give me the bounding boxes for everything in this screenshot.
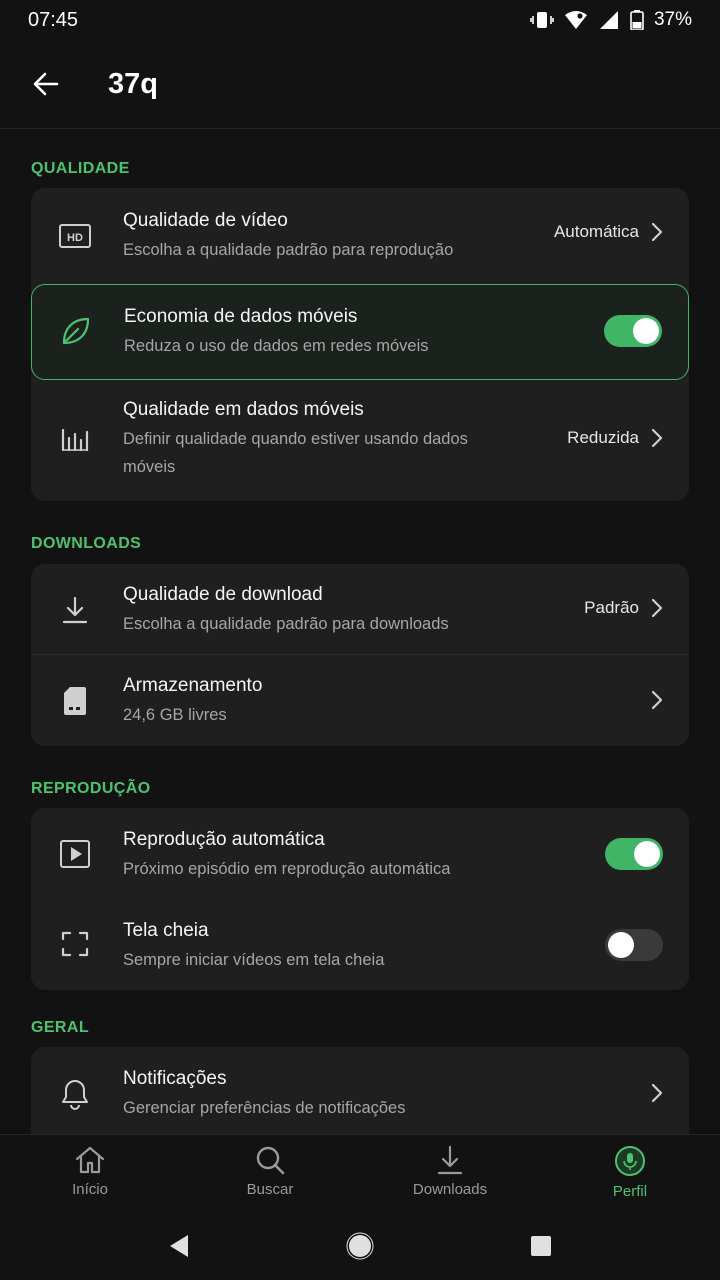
hd-icon: HD bbox=[55, 216, 95, 256]
app-bar: 37q bbox=[0, 40, 720, 129]
setting-download-quality[interactable]: Qualidade de download Escolha a qualidad… bbox=[31, 564, 689, 655]
setting-subtitle: 24,6 GB livres bbox=[123, 706, 227, 724]
setting-subtitle: Sempre iniciar vídeos em tela cheia bbox=[123, 951, 385, 969]
quality-card: HD Qualidade de vídeo Escolha a qualidad… bbox=[31, 188, 689, 501]
sd-card-icon bbox=[55, 681, 95, 721]
chevron-right-icon bbox=[651, 690, 663, 710]
setting-subtitle: Reduza o uso de dados em redes móveis bbox=[124, 337, 429, 355]
status-icons: 37% bbox=[530, 9, 692, 31]
setting-notifications[interactable]: Notificações Gerenciar preferências de n… bbox=[31, 1047, 689, 1134]
setting-subtitle: Definir qualidade quando estiver usando … bbox=[123, 430, 468, 476]
back-triangle-icon[interactable] bbox=[167, 1233, 191, 1259]
status-time: 07:45 bbox=[28, 8, 79, 31]
nav-profile[interactable]: Perfil bbox=[540, 1135, 720, 1212]
nav-downloads[interactable]: Downloads bbox=[360, 1135, 540, 1212]
profile-mic-icon bbox=[615, 1146, 645, 1176]
wifi-icon bbox=[564, 11, 587, 29]
signal-icon bbox=[599, 11, 618, 29]
data-saver-toggle[interactable] bbox=[604, 315, 662, 347]
setting-title: Economia de dados móveis bbox=[124, 306, 358, 327]
arrow-left-icon bbox=[33, 72, 59, 96]
chevron-right-icon bbox=[651, 598, 663, 618]
downloads-card: Qualidade de download Escolha a qualidad… bbox=[31, 564, 689, 746]
setting-title: Notificações bbox=[123, 1068, 227, 1089]
vibrate-icon bbox=[530, 12, 554, 28]
autoplay-toggle[interactable] bbox=[605, 838, 663, 870]
setting-value: Automática bbox=[553, 222, 639, 241]
setting-video-quality[interactable]: HD Qualidade de vídeo Escolha a qualidad… bbox=[31, 188, 689, 284]
setting-fullscreen[interactable]: Tela cheia Sempre iniciar vídeos em tela… bbox=[31, 899, 689, 990]
setting-title: Armazenamento bbox=[123, 675, 263, 696]
home-circle-icon[interactable] bbox=[346, 1232, 374, 1260]
section-label-downloads: DOWNLOADS bbox=[31, 535, 142, 552]
page-title: 37q bbox=[108, 67, 158, 100]
search-icon bbox=[256, 1146, 285, 1175]
setting-title: Qualidade em dados móveis bbox=[123, 399, 364, 420]
setting-subtitle: Escolha a qualidade padrão para download… bbox=[123, 615, 449, 633]
setting-title: Tela cheia bbox=[123, 920, 209, 941]
back-button[interactable] bbox=[0, 40, 92, 129]
playback-card: Reprodução automática Próximo episódio e… bbox=[31, 808, 689, 990]
system-nav-bar bbox=[0, 1212, 720, 1280]
section-label-general: GERAL bbox=[31, 1019, 89, 1036]
settings-content[interactable]: QUALIDADE HD Qualidade de vídeo Escolha … bbox=[0, 130, 720, 1134]
nav-label: Buscar bbox=[246, 1181, 294, 1198]
status-bar: 07:45 37% bbox=[0, 0, 720, 40]
setting-subtitle: Escolha a qualidade padrão para reproduç… bbox=[123, 241, 454, 259]
nav-label: Downloads bbox=[412, 1181, 488, 1198]
setting-value: Padrão bbox=[584, 598, 639, 617]
setting-title: Qualidade de vídeo bbox=[123, 210, 288, 231]
download-icon bbox=[55, 590, 95, 630]
setting-mobile-quality[interactable]: Qualidade em dados móveis Definir qualid… bbox=[31, 380, 689, 501]
nav-search[interactable]: Buscar bbox=[180, 1135, 360, 1212]
fullscreen-toggle[interactable] bbox=[605, 929, 663, 961]
chevron-right-icon bbox=[651, 222, 663, 242]
nav-home[interactable]: Início bbox=[0, 1135, 180, 1212]
battery-level: 37% bbox=[653, 9, 692, 30]
section-label-playback: REPRODUÇÃO bbox=[31, 780, 151, 797]
setting-autoplay[interactable]: Reprodução automática Próximo episódio e… bbox=[31, 808, 689, 899]
svg-text:HD: HD bbox=[67, 232, 83, 244]
bottom-nav: Início Buscar Downloads Perfil bbox=[0, 1134, 720, 1212]
nav-label: Perfil bbox=[612, 1183, 648, 1200]
equalizer-icon bbox=[55, 420, 95, 460]
general-card: Notificações Gerenciar preferências de n… bbox=[31, 1047, 689, 1134]
setting-data-saver[interactable]: Economia de dados móveis Reduza o uso de… bbox=[31, 284, 689, 380]
setting-title: Reprodução automática bbox=[123, 829, 325, 850]
bell-icon bbox=[55, 1074, 95, 1114]
fullscreen-icon bbox=[55, 924, 95, 964]
setting-value: Reduzida bbox=[567, 428, 639, 447]
battery-icon bbox=[630, 10, 644, 30]
setting-subtitle: Próximo episódio em reprodução automátic… bbox=[123, 860, 451, 878]
download-icon bbox=[437, 1145, 463, 1175]
setting-title: Qualidade de download bbox=[123, 584, 323, 605]
setting-storage[interactable]: Armazenamento 24,6 GB livres bbox=[31, 655, 689, 746]
home-icon bbox=[75, 1146, 105, 1174]
play-icon bbox=[55, 834, 95, 874]
chevron-right-icon bbox=[651, 1083, 663, 1103]
chevron-right-icon bbox=[651, 428, 663, 448]
recents-square-icon[interactable] bbox=[529, 1234, 553, 1258]
leaf-icon bbox=[56, 311, 96, 351]
section-label-quality: QUALIDADE bbox=[31, 160, 130, 177]
nav-label: Início bbox=[72, 1181, 108, 1198]
setting-subtitle: Gerenciar preferências de notificações bbox=[123, 1099, 406, 1117]
